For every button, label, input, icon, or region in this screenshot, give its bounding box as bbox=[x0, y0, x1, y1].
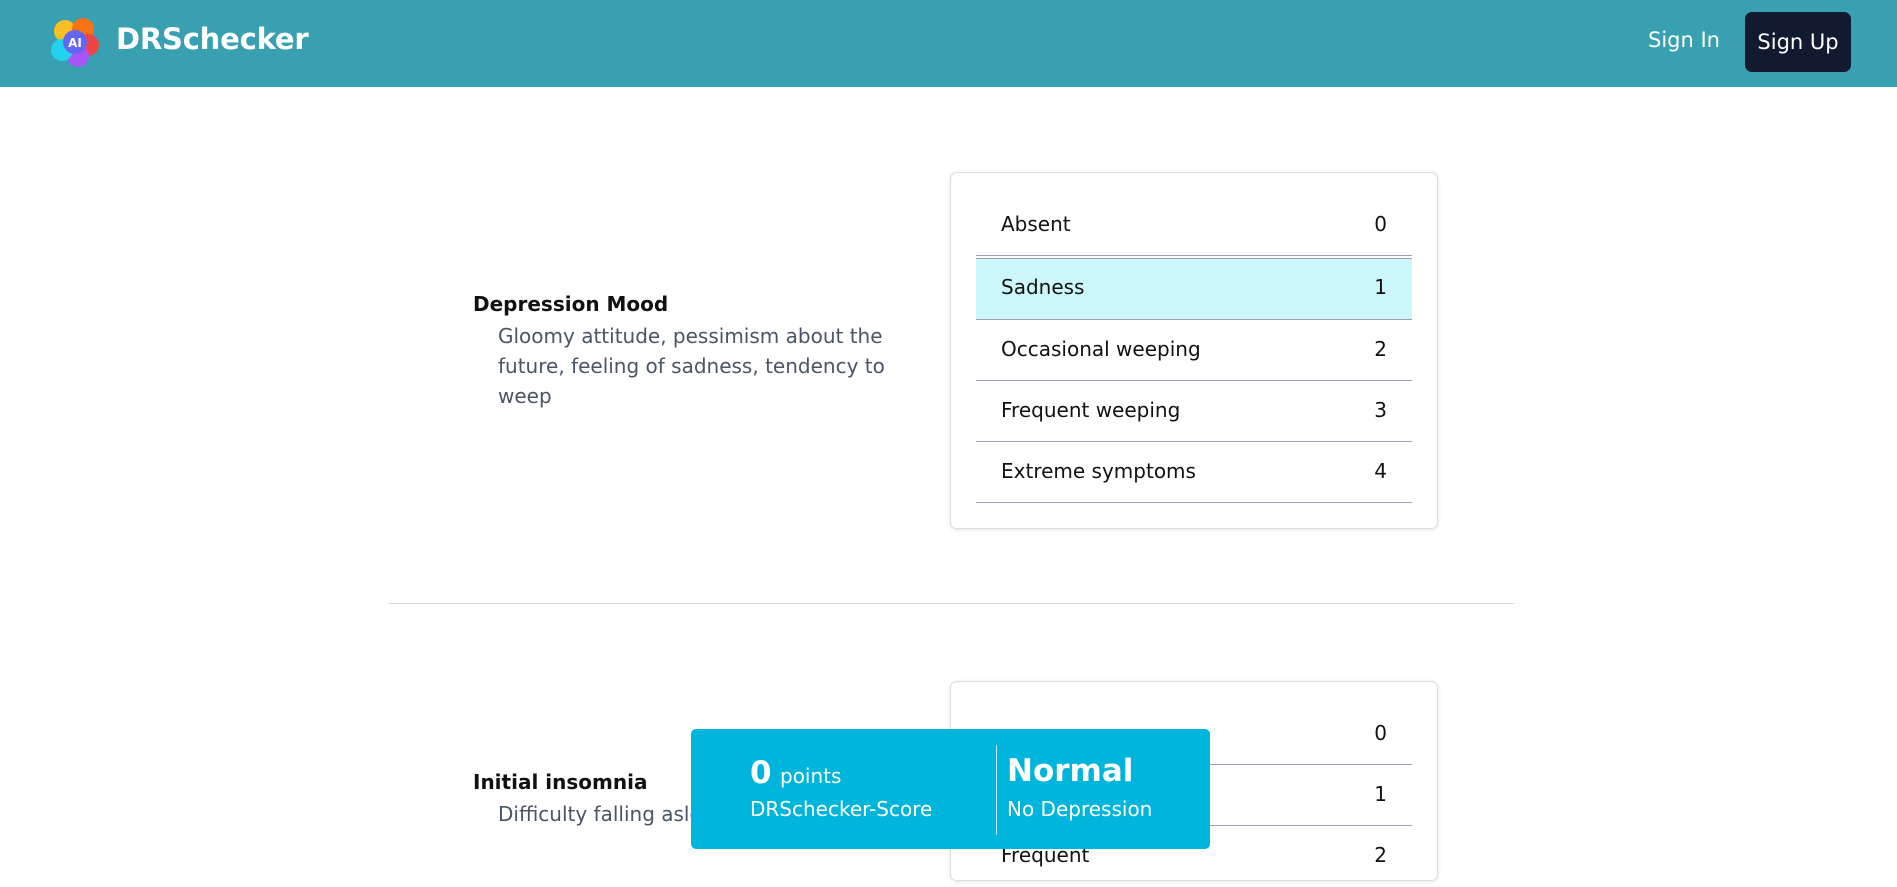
sign-up-button[interactable]: Sign Up bbox=[1745, 12, 1851, 72]
option-value: 1 bbox=[1374, 782, 1387, 806]
option-value: 4 bbox=[1374, 459, 1387, 483]
option-sadness[interactable]: Sadness 1 bbox=[976, 258, 1412, 320]
brand-logo-icon[interactable]: AI bbox=[50, 17, 100, 67]
question-description: Gloomy attitude, pessimism about the fut… bbox=[498, 321, 885, 411]
option-label: Absent bbox=[1001, 212, 1071, 236]
banner-divider bbox=[996, 745, 997, 835]
logo-badge-text: AI bbox=[68, 36, 82, 50]
score-label: DRSchecker-Score bbox=[750, 797, 933, 821]
option-value: 2 bbox=[1374, 843, 1387, 867]
question-description-line: weep bbox=[498, 384, 552, 408]
question-title: Depression Mood bbox=[473, 292, 669, 316]
option-extreme-symptoms[interactable]: Extreme symptoms 4 bbox=[976, 442, 1412, 503]
question-title: Initial insomnia bbox=[473, 770, 648, 794]
sign-in-link[interactable]: Sign In bbox=[1648, 28, 1720, 52]
result-description: No Depression bbox=[1007, 797, 1153, 821]
score-points-unit: points bbox=[780, 764, 842, 788]
score-points-value: 0 bbox=[750, 755, 772, 791]
option-label: Occasional weeping bbox=[1001, 337, 1201, 361]
option-value: 0 bbox=[1374, 212, 1387, 236]
option-value: 0 bbox=[1374, 721, 1387, 745]
question-description: Difficulty falling asle bbox=[498, 802, 702, 826]
option-value: 1 bbox=[1374, 275, 1387, 299]
option-label: Sadness bbox=[1001, 275, 1085, 299]
options-card: Absent 0 Sadness 1 Occasional weeping 2 … bbox=[950, 172, 1438, 529]
option-occasional-weeping[interactable]: Occasional weeping 2 bbox=[976, 320, 1412, 381]
option-absent[interactable]: Absent 0 bbox=[976, 195, 1412, 256]
option-value: 2 bbox=[1374, 337, 1387, 361]
question-description-line: future, feeling of sadness, tendency to bbox=[498, 354, 885, 378]
score-banner: 0 points DRSchecker-Score Normal No Depr… bbox=[691, 729, 1210, 849]
question-description-line: Gloomy attitude, pessimism about the bbox=[498, 324, 883, 348]
top-navbar: AI DRSchecker Sign In Sign Up bbox=[0, 0, 1897, 87]
brand-name[interactable]: DRSchecker bbox=[116, 22, 309, 56]
section-divider bbox=[388, 603, 1514, 604]
result-status: Normal bbox=[1007, 753, 1134, 789]
option-label: Frequent weeping bbox=[1001, 398, 1181, 422]
option-frequent-weeping[interactable]: Frequent weeping 3 bbox=[976, 381, 1412, 442]
option-value: 3 bbox=[1374, 398, 1387, 422]
option-label: Extreme symptoms bbox=[1001, 459, 1196, 483]
